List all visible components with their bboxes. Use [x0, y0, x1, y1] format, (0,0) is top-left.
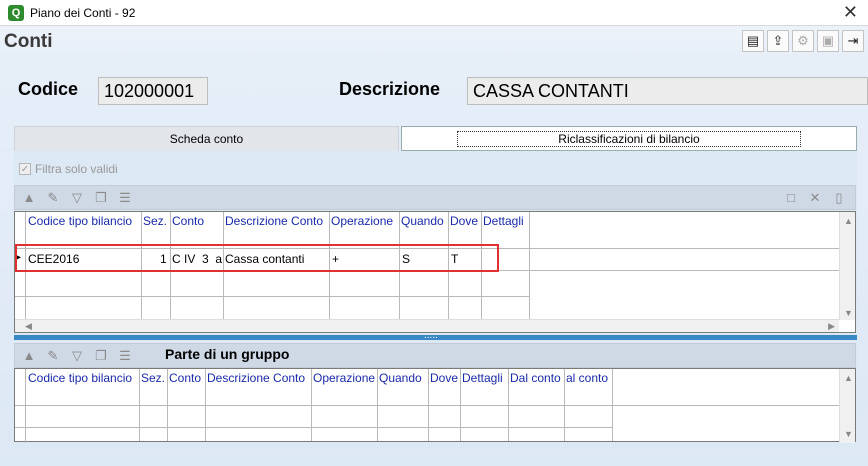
- export-icon[interactable]: ⇪: [767, 30, 789, 52]
- group-section-title: Parte di un gruppo: [165, 346, 290, 362]
- highlight-box: [15, 244, 499, 272]
- close-icon[interactable]: ✕: [843, 2, 858, 22]
- filter-icon[interactable]: ▽: [67, 347, 87, 365]
- form-title: Conti: [4, 31, 53, 52]
- col-header-dal-conto[interactable]: Dal conto: [510, 371, 561, 385]
- col-header-dove[interactable]: Dove: [450, 214, 478, 228]
- app-icon: Q: [8, 5, 24, 21]
- codice-field[interactable]: 102000001: [98, 77, 208, 105]
- col-header-dettagli[interactable]: Dettagli: [483, 214, 524, 228]
- col-header-conto[interactable]: Conto: [172, 214, 204, 228]
- new-row-icon[interactable]: □: [781, 189, 801, 207]
- copy-icon[interactable]: ❐: [91, 347, 111, 365]
- tab-scheda-conto[interactable]: Scheda conto: [14, 126, 399, 151]
- move-up-icon[interactable]: ▲: [19, 189, 39, 207]
- col-header-conto[interactable]: Conto: [169, 371, 201, 385]
- col-header-quando[interactable]: Quando: [401, 214, 444, 228]
- grid2-vertical-scrollbar[interactable]: ▲ ▼: [839, 369, 855, 443]
- edit-icon[interactable]: ✎: [43, 347, 63, 365]
- descrizione-field[interactable]: CASSA CONTANTI: [467, 77, 868, 105]
- grid-riclassificazioni: Codice tipo bilancio Sez. Conto Descrizi…: [14, 211, 856, 333]
- delete-row-icon[interactable]: ✕: [805, 189, 825, 207]
- scroll-right-icon[interactable]: ▶: [828, 321, 835, 332]
- scroll-up-icon[interactable]: ▲: [844, 373, 853, 383]
- splitter-grip-icon: .....: [424, 330, 438, 341]
- tab-riclassificazioni[interactable]: Riclassificazioni di bilancio: [401, 126, 857, 151]
- form-header: Conti ▤ ⇪ ⚙ ▣ ⇥: [0, 27, 868, 57]
- scroll-up-icon[interactable]: ▲: [844, 216, 853, 226]
- move-up-icon[interactable]: ▲: [19, 347, 39, 365]
- tab-riclassificazioni-label: Riclassificazioni di bilancio: [457, 131, 801, 147]
- col-header-codice[interactable]: Codice tipo bilancio: [28, 371, 132, 385]
- grid1-toolbar: ▲ ✎ ▽ ❐ ☰ □ ✕ ▯: [14, 185, 856, 210]
- columns-icon[interactable]: ☰: [115, 347, 135, 365]
- col-header-descrizione[interactable]: Descrizione Conto: [207, 371, 305, 385]
- col-header-dove[interactable]: Dove: [430, 371, 458, 385]
- checkbox-check-icon: ✓: [19, 163, 31, 175]
- scroll-left-icon[interactable]: ◀: [25, 321, 32, 332]
- window-titlebar: Q Piano dei Conti - 92 ✕: [0, 0, 868, 26]
- splitter-bar[interactable]: .....: [14, 330, 857, 341]
- col-header-codice[interactable]: Codice tipo bilancio: [28, 214, 132, 228]
- grid1-vertical-scrollbar[interactable]: ▲ ▼: [839, 212, 855, 320]
- filter-valid-checkbox[interactable]: ✓ Filtra solo validi: [19, 162, 118, 176]
- col-header-quando[interactable]: Quando: [379, 371, 422, 385]
- col-header-sez[interactable]: Sez.: [141, 371, 165, 385]
- col-header-operazione[interactable]: Operazione: [313, 371, 375, 385]
- save-icon[interactable]: ▣: [817, 30, 839, 52]
- scroll-down-icon[interactable]: ▼: [844, 308, 853, 318]
- col-header-al-conto[interactable]: al conto: [566, 371, 608, 385]
- descrizione-label: Descrizione: [339, 79, 441, 99]
- window-title: Piano dei Conti - 92: [30, 6, 136, 20]
- row-selector-column: [15, 369, 26, 443]
- col-header-descrizione[interactable]: Descrizione Conto: [225, 214, 323, 228]
- filter-icon[interactable]: ▽: [67, 189, 87, 207]
- codice-label: Codice: [18, 79, 79, 99]
- grid2-toolbar: ▲ ✎ ▽ ❐ ☰: [14, 343, 856, 368]
- scroll-down-icon[interactable]: ▼: [844, 429, 853, 439]
- columns-icon[interactable]: ☰: [115, 189, 135, 207]
- copy-icon[interactable]: ❐: [91, 189, 111, 207]
- filter-valid-label: Filtra solo validi: [35, 162, 118, 176]
- document-icon[interactable]: ▯: [829, 189, 849, 207]
- col-header-sez[interactable]: Sez.: [143, 214, 167, 228]
- settings-icon[interactable]: ⚙: [792, 30, 814, 52]
- report-icon[interactable]: ▤: [742, 30, 764, 52]
- form-toolbar: ▤ ⇪ ⚙ ▣ ⇥: [742, 30, 864, 52]
- col-header-operazione[interactable]: Operazione: [331, 214, 393, 228]
- exit-icon[interactable]: ⇥: [842, 30, 864, 52]
- col-header-dettagli[interactable]: Dettagli: [462, 371, 503, 385]
- edit-icon[interactable]: ✎: [43, 189, 63, 207]
- grid-gruppo: Codice tipo bilancio Sez. Conto Descrizi…: [14, 368, 856, 443]
